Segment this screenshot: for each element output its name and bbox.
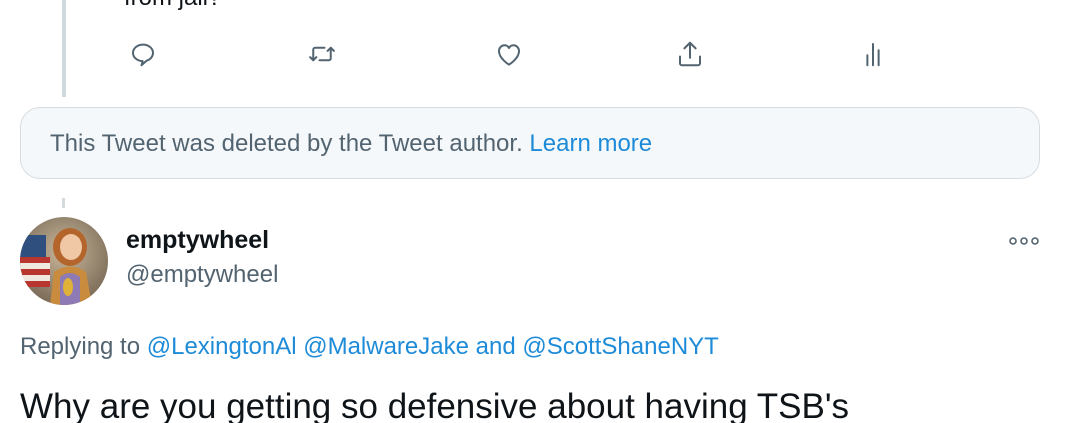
share-icon [679, 41, 701, 67]
replying-prefix: Replying to [20, 333, 141, 360]
analytics-icon [866, 43, 880, 67]
thread-connector-line [62, 0, 66, 97]
display-name[interactable]: emptywheel [126, 226, 269, 255]
replying-to-line: Replying to @LexingtonAl @MalwareJake an… [20, 333, 719, 361]
replying-conjunction: and [475, 333, 516, 360]
learn-more-link[interactable]: Learn more [529, 130, 652, 157]
analytics-button[interactable] [856, 37, 890, 71]
tweet-thread-view: from jail? [0, 0, 1066, 423]
user-handle[interactable]: @emptywheel [126, 261, 278, 289]
reply-icon [132, 43, 154, 67]
tweet-text: Why are you getting so defensive about h… [20, 387, 850, 423]
share-button[interactable] [673, 37, 707, 71]
retweet-icon [309, 46, 335, 62]
deleted-tweet-notice: This Tweet was deleted by the Tweet auth… [20, 107, 1040, 179]
thread-connector-line-small [62, 198, 65, 208]
more-options-button[interactable] [1006, 228, 1042, 254]
retweet-button[interactable] [305, 37, 339, 71]
mention-link[interactable]: @LexingtonAl [147, 333, 297, 360]
avatar-image [20, 217, 108, 305]
mention-link[interactable]: @ScottShaneNYT [522, 333, 718, 360]
like-button[interactable] [492, 37, 526, 71]
reply-button[interactable] [126, 37, 160, 71]
avatar[interactable] [20, 217, 108, 305]
previous-tweet-text: from jail? [124, 0, 221, 12]
like-icon [498, 44, 520, 66]
more-icon [1009, 237, 1039, 245]
mention-link[interactable]: @MalwareJake [303, 333, 469, 360]
deleted-notice-text: This Tweet was deleted by the Tweet auth… [50, 130, 523, 157]
